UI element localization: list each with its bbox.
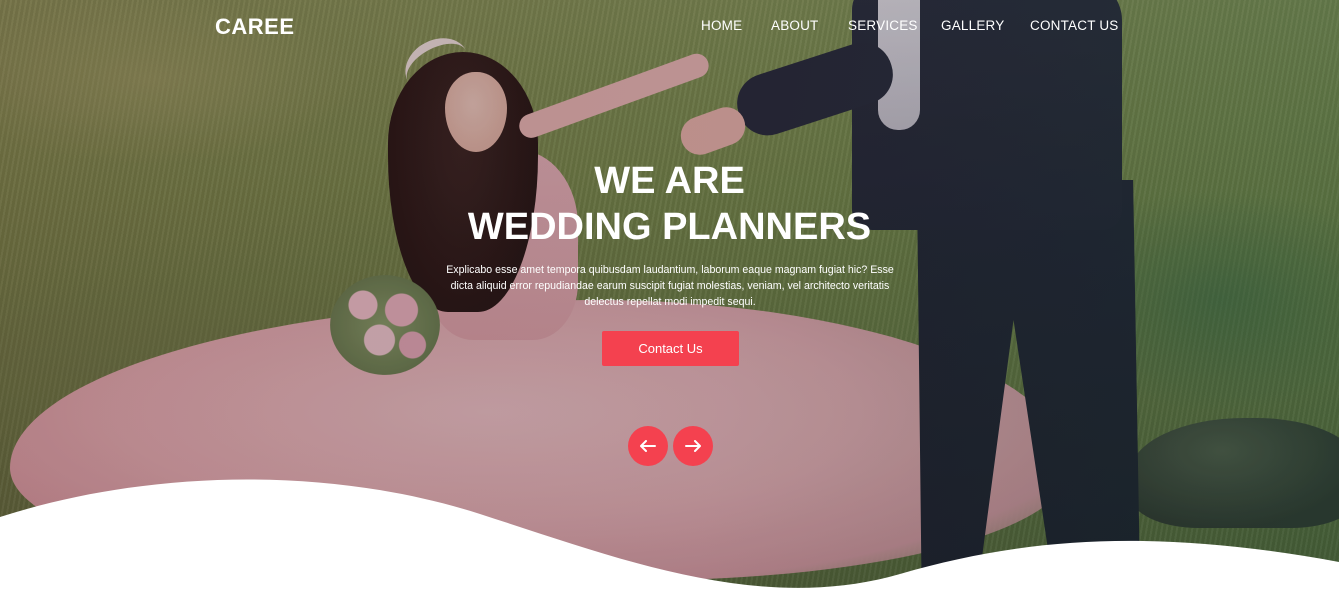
wave-divider: [0, 479, 1339, 614]
hero-description: Explicabo esse amet tempora quibusdam la…: [446, 264, 894, 308]
nav-item-contact-us[interactable]: CONTACT US: [1030, 18, 1119, 33]
hero-title-line-1: WE ARE: [594, 160, 745, 202]
nav-item-gallery[interactable]: GALLERY: [941, 18, 1004, 33]
arrow-right-icon: [685, 440, 701, 452]
hero-title: WE ARE WEDDING PLANNERS: [0, 158, 1339, 250]
nav-item-services[interactable]: SERVICES: [848, 18, 918, 33]
hero-title-line-2: WEDDING PLANNERS: [467, 206, 872, 248]
nav-item-home[interactable]: HOME: [701, 18, 742, 33]
slider-next-button[interactable]: [673, 426, 713, 466]
slider-prev-button[interactable]: [628, 426, 668, 466]
main-nav: HOME ABOUT SERVICES GALLERY CONTACT US: [0, 18, 1339, 38]
contact-us-button[interactable]: Contact Us: [602, 331, 739, 366]
arrow-left-icon: [640, 440, 656, 452]
nav-item-about[interactable]: ABOUT: [771, 18, 819, 33]
